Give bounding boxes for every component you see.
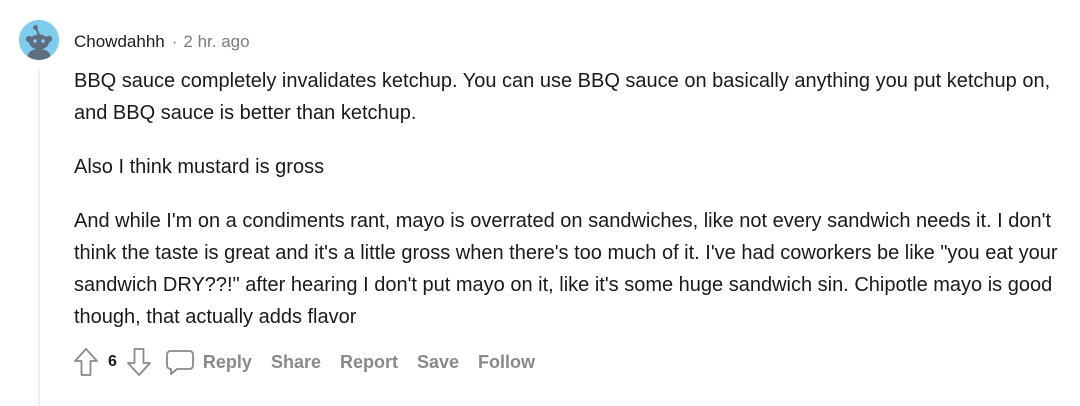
follow-button[interactable]: Follow [478,352,535,373]
comment: Chowdahhh · 2 hr. ago BBQ sauce complete… [0,0,1080,406]
report-button[interactable]: Report [340,352,398,373]
meta-separator: · [171,32,178,51]
snoo-avatar-icon [19,20,59,60]
reply-button[interactable]: Reply [165,348,252,376]
upvote-arrow-icon [74,348,98,376]
speech-bubble-icon [165,348,195,376]
comment-paragraph: BBQ sauce completely invalidates ketchup… [74,70,1051,124]
vote-score: 6 [108,353,117,370]
timestamp[interactable]: 2 hr. ago [183,32,249,52]
downvote-button[interactable] [123,345,155,379]
reply-label: Reply [202,351,252,372]
downvote-arrow-icon [127,348,151,376]
author-name[interactable]: Chowdahhh [74,32,165,52]
share-button[interactable]: Share [271,352,321,373]
thread-line[interactable] [38,70,40,406]
comment-meta: Chowdahhh · 2 hr. ago [74,30,250,54]
save-button[interactable]: Save [417,352,459,373]
comment-action-bar: 6 Reply Share Report Save Follow [70,345,535,379]
comment-paragraph: And while I'm on a condiments rant, mayo… [74,210,1058,328]
comment-paragraph: Also I think mustard is gross [74,156,325,178]
upvote-button[interactable] [70,345,102,379]
comment-body: BBQ sauce completely invalidates ketchup… [74,65,1064,355]
user-avatar[interactable] [19,20,59,60]
